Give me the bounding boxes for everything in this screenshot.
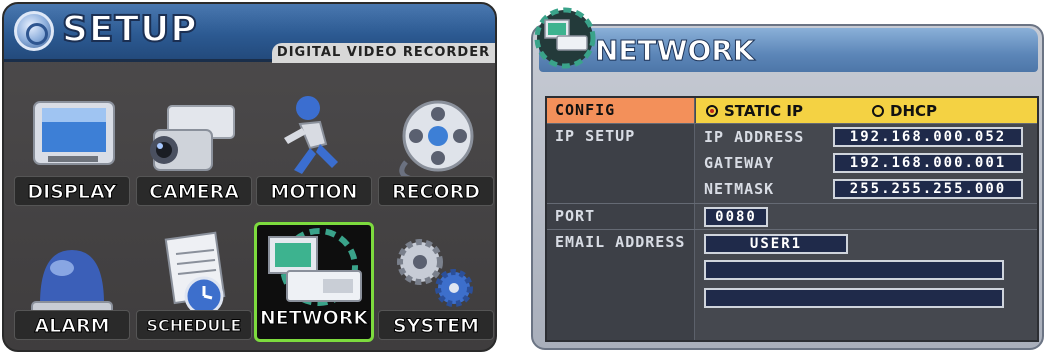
menu-tile-record[interactable]: RECORD xyxy=(376,92,495,212)
gateway-label: GATEWAY xyxy=(704,154,775,172)
network-panel: NETWORK CONFIG STATIC IP DHCP IP SETUP I… xyxy=(531,4,1044,350)
network-frame: NETWORK CONFIG STATIC IP DHCP IP SETUP I… xyxy=(531,24,1044,350)
menu-tile-network[interactable]: NETWORK xyxy=(254,222,374,342)
port-row: PORT 0080 xyxy=(547,204,1037,230)
menu-tile-label: SCHEDULE xyxy=(136,310,252,340)
network-dvr-icon xyxy=(534,7,596,69)
menu-tile-label: NETWORK xyxy=(259,307,369,330)
menu-tile-motion[interactable]: MOTION xyxy=(254,92,374,212)
email-row: EMAIL ADDRESS USER1 xyxy=(547,230,1037,340)
port-label: PORT xyxy=(547,204,695,229)
radio-selected-icon xyxy=(706,105,718,117)
menu-tile-label: SYSTEM xyxy=(378,310,494,340)
device-subtitle: DIGITAL VIDEO RECORDER xyxy=(272,43,495,63)
config-row: CONFIG STATIC IP DHCP xyxy=(547,98,1037,124)
static-ip-radio[interactable]: STATIC IP xyxy=(706,102,803,120)
network-title: NETWORK xyxy=(595,34,756,68)
power-icon[interactable] xyxy=(14,11,54,51)
menu-tile-label: DISPLAY xyxy=(14,176,130,206)
static-ip-label: STATIC IP xyxy=(724,102,803,120)
email-field-2[interactable] xyxy=(704,260,1004,280)
setup-header: SETUP DIGITAL VIDEO RECORDER xyxy=(4,4,495,63)
menu-tile-camera[interactable]: CAMERA xyxy=(134,92,254,212)
dhcp-radio[interactable]: DHCP xyxy=(872,102,937,120)
ip-setup-label: IP SETUP xyxy=(547,124,695,203)
netmask-field[interactable]: 255.255.255.000 xyxy=(833,179,1023,199)
email-field-1[interactable]: USER1 xyxy=(704,234,848,254)
menu-tile-display[interactable]: DISPLAY xyxy=(12,92,132,212)
gateway-field[interactable]: 192.168.000.001 xyxy=(833,153,1023,173)
dhcp-label: DHCP xyxy=(890,102,938,120)
email-field-3[interactable] xyxy=(704,288,1004,308)
port-field[interactable]: 0080 xyxy=(704,207,768,227)
network-header: NETWORK xyxy=(539,28,1038,72)
menu-tile-label: CAMERA xyxy=(136,176,252,206)
netmask-label: NETMASK xyxy=(704,180,775,198)
ip-setup-row: IP SETUP IP ADDRESS 192.168.000.052 GATE… xyxy=(547,124,1037,204)
email-fields: USER1 xyxy=(696,230,1037,340)
network-settings-table: CONFIG STATIC IP DHCP IP SETUP IP ADDRES… xyxy=(545,96,1039,342)
menu-tile-label: ALARM xyxy=(14,310,130,340)
port-value-cell: 0080 xyxy=(696,204,1037,229)
menu-tile-system[interactable]: SYSTEM xyxy=(376,226,495,346)
ip-address-label: IP ADDRESS xyxy=(704,128,805,146)
config-options: STATIC IP DHCP xyxy=(696,98,1037,123)
menu-tile-label: MOTION xyxy=(256,176,372,206)
ip-address-field[interactable]: 192.168.000.052 xyxy=(833,127,1023,147)
config-label: CONFIG xyxy=(547,98,695,123)
menu-tile-label: RECORD xyxy=(378,176,494,206)
setup-panel: SETUP DIGITAL VIDEO RECORDER DISPLAY CAM… xyxy=(2,2,497,352)
menu-tile-alarm[interactable]: ALARM xyxy=(12,226,132,346)
radio-unselected-icon xyxy=(872,105,884,117)
email-label: EMAIL ADDRESS xyxy=(547,230,695,340)
setup-title: SETUP xyxy=(61,8,198,51)
menu-tile-schedule[interactable]: SCHEDULE xyxy=(134,226,254,346)
ip-setup-fields: IP ADDRESS 192.168.000.052 GATEWAY 192.1… xyxy=(696,124,1037,203)
